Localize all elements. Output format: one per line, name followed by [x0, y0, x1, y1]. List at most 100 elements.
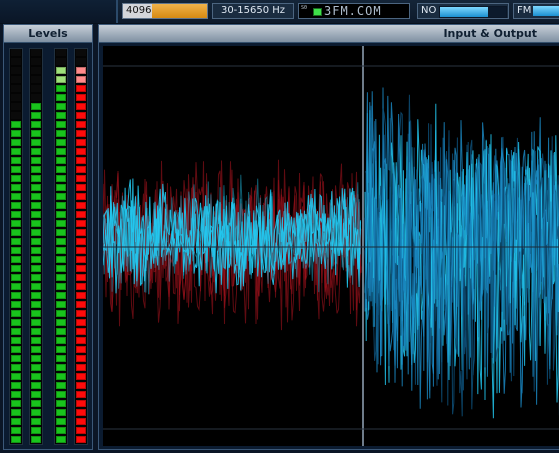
level-meter-segment [76, 229, 86, 236]
level-meter-segment [56, 49, 66, 56]
level-meter-segment [56, 310, 66, 317]
level-meter-segment [56, 328, 66, 335]
level-meter-segment [31, 328, 41, 335]
level-meter-segment [56, 418, 66, 425]
level-meter-segment [76, 76, 86, 83]
level-meter-segment [11, 292, 21, 299]
level-meter-segment [11, 364, 21, 371]
level-meter-segment [76, 247, 86, 254]
level-meter-segment [11, 103, 21, 110]
level-meter-segment [11, 193, 21, 200]
level-meter-segment [76, 85, 86, 92]
stereo-icon: S0 [301, 5, 308, 11]
level-meter-segment [56, 382, 66, 389]
level-meter-segment [76, 58, 86, 65]
level-meter-segment [76, 283, 86, 290]
buffer-fill-bar [151, 4, 207, 18]
level-meter-segment [56, 427, 66, 434]
level-meter-segment [56, 292, 66, 299]
level-meter-segment [56, 346, 66, 353]
level-meter-segment [56, 256, 66, 263]
level-meter-segment [31, 67, 41, 74]
level-meter-segment [31, 427, 41, 434]
level-meter-segment [56, 229, 66, 236]
level-meter-segment [11, 301, 21, 308]
level-meter-segment [11, 256, 21, 263]
level-meter-segment [11, 58, 21, 65]
level-meter-segment [31, 85, 41, 92]
level-meter-segment [31, 94, 41, 101]
level-meter-segment [31, 130, 41, 137]
station-display[interactable]: S0 3FM.COM [298, 3, 410, 19]
level-meter-segment [11, 337, 21, 344]
level-meter-segment [11, 175, 21, 182]
level-meter-segment [76, 292, 86, 299]
level-meter-segment [11, 247, 21, 254]
level-meter-segment [76, 436, 86, 443]
signal-led-icon [313, 8, 322, 16]
level-meter-segment [11, 418, 21, 425]
level-meter-segment [76, 139, 86, 146]
top-status-bar: 4096 30-15650 Hz S0 3FM.COM NO FM [0, 0, 559, 24]
level-meter-segment [11, 436, 21, 443]
level-meter-segment [76, 418, 86, 425]
level-meter-segment [76, 400, 86, 407]
level-meter-segment [31, 274, 41, 281]
level-meter-segment [76, 103, 86, 110]
level-meter-segment [56, 238, 66, 245]
level-meter-segment [11, 202, 21, 209]
level-meter-segment [76, 130, 86, 137]
level-meter-segment [76, 94, 86, 101]
level-meter-segment [11, 220, 21, 227]
level-meter-segment [56, 301, 66, 308]
fm-level-bar [533, 6, 559, 16]
frequency-range-display[interactable]: 30-15650 Hz [212, 3, 294, 19]
level-meter-segment [11, 355, 21, 362]
level-meter-segment [56, 409, 66, 416]
noise-label: NO [421, 5, 437, 16]
level-meter-segment [76, 220, 86, 227]
level-meter-segment [56, 175, 66, 182]
level-meter-segment [56, 85, 66, 92]
level-meter-segment [76, 184, 86, 191]
level-meter-segment [76, 391, 86, 398]
level-meter-segment [76, 274, 86, 281]
level-meter-segment [76, 67, 86, 74]
level-meter-segment [31, 211, 41, 218]
fm-meter[interactable]: FM [513, 3, 559, 19]
input-output-panel-title: Input & Output [99, 25, 559, 43]
level-meter [9, 48, 23, 445]
level-meter-segment [76, 364, 86, 371]
input-output-panel: Input & Output [98, 24, 559, 450]
level-meter-segment [56, 373, 66, 380]
level-meter-segment [11, 409, 21, 416]
level-meter-segment [31, 121, 41, 128]
fm-label: FM [517, 5, 532, 16]
level-meter-segment [11, 283, 21, 290]
level-meter-segment [31, 346, 41, 353]
level-meter-segment [56, 247, 66, 254]
level-meter [74, 48, 88, 445]
level-meter-segment [76, 409, 86, 416]
level-meter-segment [56, 94, 66, 101]
level-meter-segment [31, 301, 41, 308]
level-meter-segment [31, 373, 41, 380]
buffer-size-indicator[interactable]: 4096 [122, 3, 208, 19]
station-label: 3FM.COM [324, 4, 382, 18]
level-meters [9, 48, 89, 445]
level-meter-segment [76, 355, 86, 362]
level-meter-segment [56, 157, 66, 164]
level-meter-segment [76, 112, 86, 119]
level-meter-segment [56, 220, 66, 227]
level-meter-segment [76, 328, 86, 335]
level-meter-segment [31, 436, 41, 443]
noise-meter[interactable]: NO [417, 3, 509, 19]
level-meter-segment [11, 319, 21, 326]
level-meter-segment [31, 247, 41, 254]
buffer-size-label: 4096 [126, 5, 152, 16]
level-meter-segment [11, 85, 21, 92]
level-meter-segment [56, 166, 66, 173]
level-meter-segment [31, 418, 41, 425]
level-meter-segment [11, 373, 21, 380]
level-meter-segment [31, 283, 41, 290]
